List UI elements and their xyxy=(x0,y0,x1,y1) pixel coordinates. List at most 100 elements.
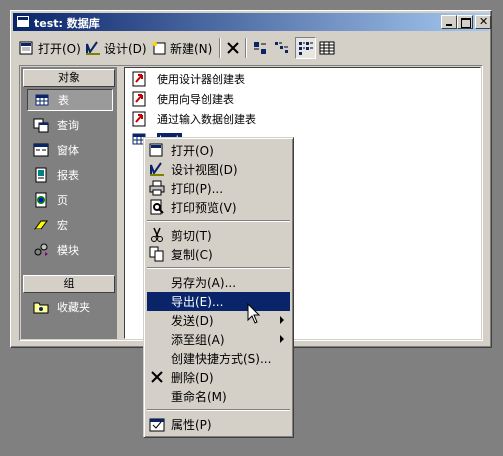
small-icons-button[interactable] xyxy=(274,37,290,59)
open-icon xyxy=(19,40,35,56)
menu-item-copy[interactable]: 复制(C) xyxy=(147,245,290,264)
module-icon xyxy=(33,242,49,258)
properties-icon xyxy=(149,416,165,432)
page-icon xyxy=(33,192,49,208)
objects-item-label: 查询 xyxy=(57,119,79,132)
menu-item-properties[interactable]: 属性(P) xyxy=(147,415,290,434)
menu-item-design-view[interactable]: 设计视图(D) xyxy=(147,160,290,179)
objects-item-label: 报表 xyxy=(57,169,79,182)
menu-item-label: 剪切(T) xyxy=(171,229,212,243)
context-menu: 打开(O) 设计视图(D) 打印(P)... 打印预览(V) 剪切(T) 复制(… xyxy=(143,137,294,438)
copy-icon xyxy=(149,246,165,262)
small-icons-icon xyxy=(274,40,290,56)
objects-item-label: 模块 xyxy=(57,244,79,257)
menu-item-save-as[interactable]: 另存为(A)... xyxy=(147,273,290,292)
design-label: 设计(D) xyxy=(104,41,147,56)
table-icon xyxy=(34,92,50,108)
list-item[interactable]: 使用设计器创建表 xyxy=(131,70,245,88)
objects-item-macros[interactable]: 宏 xyxy=(27,214,113,236)
details-view-icon xyxy=(319,40,335,56)
list-view-button[interactable] xyxy=(295,37,316,59)
objects-item-queries[interactable]: 查询 xyxy=(27,114,113,136)
open-icon xyxy=(149,142,165,158)
macro-icon xyxy=(33,217,49,233)
minimize-icon xyxy=(446,24,452,26)
cut-icon xyxy=(149,227,165,243)
open-button[interactable]: 打开(O) xyxy=(19,37,81,59)
list-view-icon xyxy=(298,40,314,56)
list-item[interactable]: 使用向导创建表 xyxy=(131,90,234,108)
delete-icon xyxy=(225,40,241,56)
delete-icon xyxy=(149,369,165,385)
menu-item-create-shortcut[interactable]: 创建快捷方式(S)... xyxy=(147,349,290,368)
menu-item-label: 打印(P)... xyxy=(171,182,224,196)
list-item-label: 使用设计器创建表 xyxy=(157,73,245,86)
toolbar: 打开(O) 设计(D) 新建(N) xyxy=(15,35,487,61)
delete-button[interactable] xyxy=(225,37,241,59)
objects-item-modules[interactable]: 模块 xyxy=(27,239,113,261)
print-icon xyxy=(149,180,165,196)
objects-item-label: 宏 xyxy=(57,219,68,232)
menu-separator xyxy=(147,409,290,411)
large-icons-button[interactable] xyxy=(252,37,268,59)
menu-item-print[interactable]: 打印(P)... xyxy=(147,179,290,198)
objects-item-reports[interactable]: 报表 xyxy=(27,164,113,186)
objects-group-button[interactable]: 对象 xyxy=(23,69,115,87)
new-icon xyxy=(151,40,167,56)
design-button[interactable]: 设计(D) xyxy=(85,37,147,59)
objects-item-forms[interactable]: 窗体 xyxy=(27,139,113,161)
menu-item-delete[interactable]: 删除(D) xyxy=(147,368,290,387)
new-label: 新建(N) xyxy=(170,41,213,56)
database-window-icon[interactable] xyxy=(16,15,30,28)
menu-item-open[interactable]: 打开(O) xyxy=(147,141,290,160)
toolbar-separator xyxy=(245,38,247,58)
shortcut-icon xyxy=(131,111,147,127)
menu-item-label: 导出(E)... xyxy=(171,295,224,309)
title-bar[interactable]: test: 数据库 ✕ xyxy=(13,13,491,31)
open-label: 打开(O) xyxy=(38,41,81,56)
form-icon xyxy=(33,142,49,158)
menu-item-label: 添至组(A) xyxy=(171,333,225,347)
groups-button[interactable]: 组 xyxy=(23,275,115,293)
minimize-button[interactable] xyxy=(441,15,457,29)
menu-item-label: 删除(D) xyxy=(171,371,214,385)
objects-item-label: 页 xyxy=(57,194,68,207)
objects-item-pages[interactable]: 页 xyxy=(27,189,113,211)
menu-separator xyxy=(147,267,290,269)
close-icon: ✕ xyxy=(479,15,489,28)
details-view-button[interactable] xyxy=(319,37,335,59)
menu-item-label: 发送(D) xyxy=(171,314,214,328)
menu-item-label: 另存为(A)... xyxy=(171,276,237,290)
menu-item-label: 重命名(M) xyxy=(171,390,227,404)
large-icons-icon xyxy=(252,40,268,56)
menu-separator xyxy=(147,220,290,222)
new-button[interactable]: 新建(N) xyxy=(151,37,212,59)
maximize-icon xyxy=(461,18,471,28)
maximize-button[interactable] xyxy=(457,15,473,29)
list-item[interactable]: 通过输入数据创建表 xyxy=(131,110,256,128)
toolbar-separator xyxy=(219,38,221,58)
menu-item-label: 打开(O) xyxy=(171,144,214,158)
objects-item-tables[interactable]: 表 xyxy=(27,89,113,111)
menu-item-print-preview[interactable]: 打印预览(V) xyxy=(147,198,290,217)
menu-item-label: 创建快捷方式(S)... xyxy=(171,352,272,366)
objects-item-label: 窗体 xyxy=(57,144,79,157)
query-icon xyxy=(33,117,49,133)
objects-item-label: 表 xyxy=(58,94,69,107)
list-item-label: 使用向导创建表 xyxy=(157,93,234,106)
menu-item-add-to-group[interactable]: 添至组(A) xyxy=(147,330,290,349)
window-title: test: 数据库 xyxy=(34,17,100,30)
menu-item-label: 属性(P) xyxy=(171,418,212,432)
submenu-arrow-icon xyxy=(280,316,284,324)
menu-item-send[interactable]: 发送(D) xyxy=(147,311,290,330)
menu-item-rename[interactable]: 重命名(M) xyxy=(147,387,290,406)
close-button[interactable]: ✕ xyxy=(475,15,491,29)
groups-item-favorites[interactable]: 收藏夹 xyxy=(27,296,113,318)
print-preview-icon xyxy=(149,199,165,215)
mouse-cursor-icon xyxy=(247,302,261,328)
favorites-folder-icon xyxy=(33,299,49,315)
menu-item-cut[interactable]: 剪切(T) xyxy=(147,226,290,245)
menu-item-label: 打印预览(V) xyxy=(171,201,237,215)
menu-item-export[interactable]: 导出(E)... xyxy=(147,292,290,311)
menu-item-label: 设计视图(D) xyxy=(171,163,238,177)
